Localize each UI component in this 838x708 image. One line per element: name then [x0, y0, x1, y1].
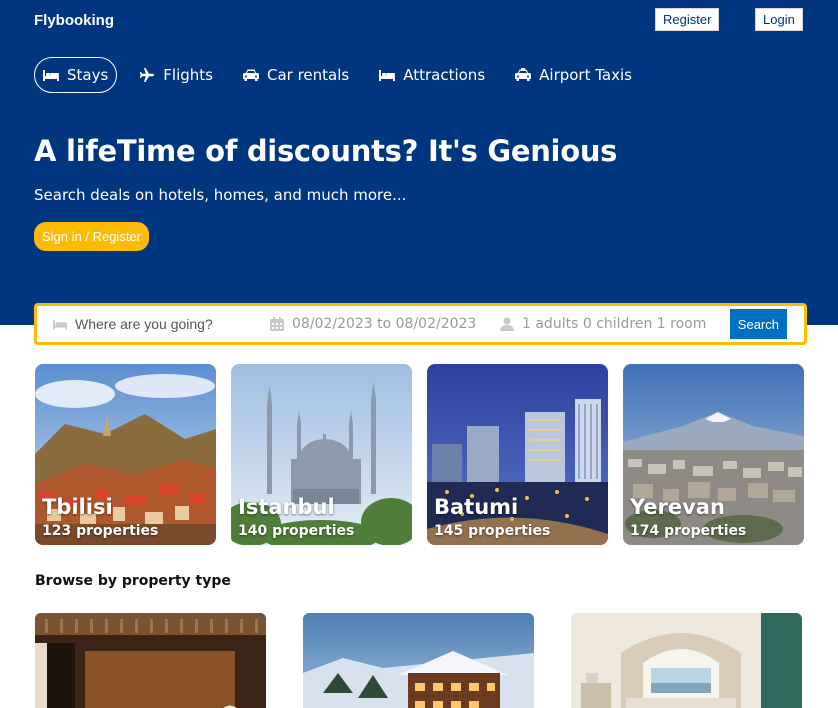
- date-range-text: 08/02/2023 to 08/02/2023: [292, 316, 477, 332]
- nav-item-car-rentals[interactable]: Car rentals: [235, 57, 357, 93]
- plane-icon: [140, 68, 155, 82]
- nav-label: Airport Taxis: [539, 66, 632, 84]
- property-photo: [571, 613, 802, 708]
- nav-item-attractions[interactable]: Attractions: [371, 57, 493, 93]
- nav-label: Car rentals: [266, 66, 350, 84]
- date-range-field[interactable]: 08/02/2023 to 08/02/2023: [270, 316, 476, 332]
- city-card-tbilisi[interactable]: Tbilisi 123 properties: [35, 364, 216, 545]
- bed-icon: [43, 70, 59, 81]
- city-card-yerevan[interactable]: Yerevan 174 properties: [623, 364, 804, 545]
- city-card-istanbul[interactable]: Istanbul 140 properties: [231, 364, 412, 545]
- hero-title: A lifeTime of discounts? It's Genious: [34, 134, 618, 168]
- hero-subtitle: Search deals on hotels, homes, and much …: [34, 186, 407, 204]
- city-name: Batumi: [434, 495, 519, 519]
- property-type-card-hotel[interactable]: [35, 613, 266, 708]
- bed-icon: [53, 319, 67, 330]
- search-button[interactable]: Search: [729, 309, 787, 339]
- city-name: Yerevan: [630, 495, 725, 519]
- nav-item-flights[interactable]: Flights: [131, 57, 221, 93]
- city-property-count: 145 properties: [434, 523, 551, 539]
- nav-item-stays[interactable]: Stays: [34, 57, 118, 93]
- signin-register-button[interactable]: Sign in / Register: [34, 222, 149, 251]
- car-icon: [242, 69, 259, 81]
- city-card-batumi[interactable]: Batumi 145 properties: [427, 364, 608, 545]
- property-photo: [35, 613, 266, 708]
- register-button[interactable]: Register: [655, 8, 720, 31]
- calendar-icon: [270, 317, 284, 331]
- property-type-card-chalet[interactable]: [303, 613, 534, 708]
- featured-cities: Tbilisi 123 properties Istanbul 140 prop…: [35, 364, 804, 545]
- search-bar: 08/02/2023 to 08/02/2023 1 adults 0 chil…: [34, 303, 807, 345]
- hero-banner: Flybooking Register Login Stays Flights …: [0, 0, 838, 325]
- guests-field[interactable]: 1 adults 0 children 1 room: [500, 316, 706, 332]
- city-property-count: 140 properties: [238, 523, 355, 539]
- city-name: Tbilisi: [42, 495, 113, 519]
- property-type-list: [35, 613, 802, 708]
- nav-label: Stays: [67, 66, 109, 84]
- nav-item-airport-taxis[interactable]: Airport Taxis: [507, 57, 640, 93]
- destination-field[interactable]: [53, 316, 255, 332]
- destination-input[interactable]: [75, 316, 255, 332]
- brand-logo[interactable]: Flybooking: [34, 12, 114, 29]
- city-property-count: 174 properties: [630, 523, 747, 539]
- browse-section-title: Browse by property type: [35, 573, 231, 589]
- property-photo: [303, 613, 534, 708]
- main-nav: Stays Flights Car rentals Attractions Ai…: [34, 57, 654, 93]
- login-button[interactable]: Login: [755, 8, 803, 31]
- bed-icon: [379, 70, 396, 81]
- nav-label: Flights: [163, 66, 213, 84]
- taxi-icon: [515, 68, 532, 81]
- guests-text: 1 adults 0 children 1 room: [522, 316, 707, 332]
- city-property-count: 123 properties: [42, 523, 159, 539]
- person-icon: [500, 317, 514, 331]
- property-type-card-apartment[interactable]: [571, 613, 802, 708]
- nav-label: Attractions: [403, 66, 486, 84]
- city-name: Istanbul: [238, 495, 335, 519]
